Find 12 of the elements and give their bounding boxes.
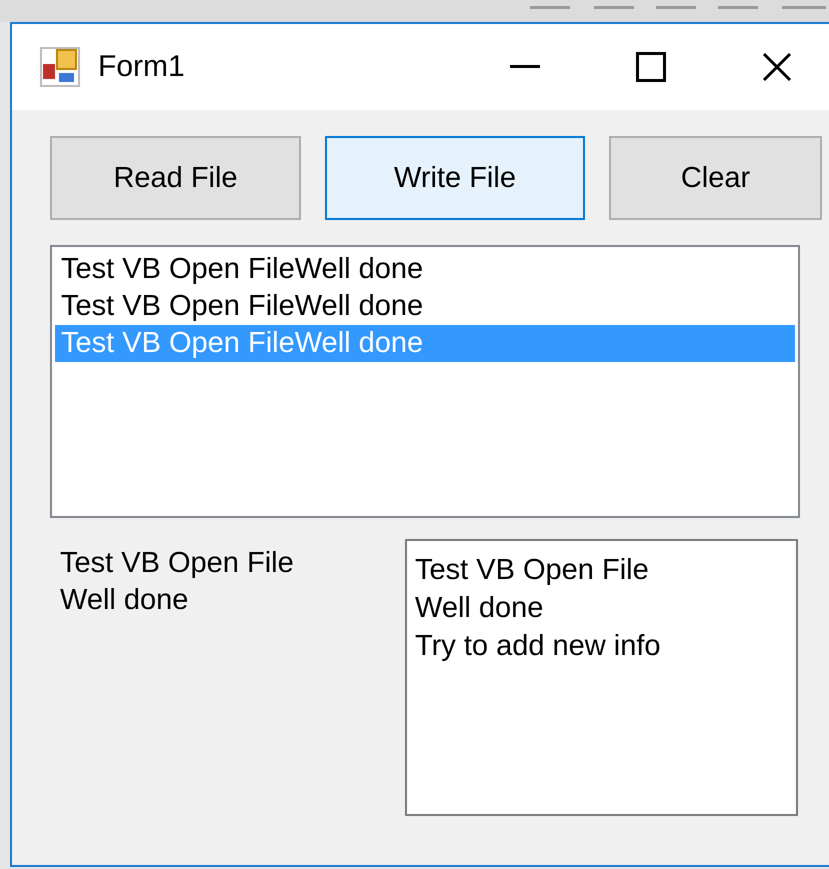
action-button[interactable]: Write File (325, 136, 585, 220)
list-item[interactable]: Test VB Open FileWell done (55, 251, 795, 288)
action-button[interactable]: Read File (50, 136, 301, 220)
maximize-icon (636, 52, 666, 82)
close-icon (762, 52, 792, 82)
form-icon (40, 47, 80, 87)
minimize-icon (510, 65, 540, 69)
window-title: Form1 (98, 50, 186, 84)
output-label: Test VB Open File Well done (59, 546, 295, 618)
text-box[interactable]: Test VB Open File Well done Try to add new info (405, 539, 798, 816)
action-button[interactable]: Clear (609, 136, 822, 220)
list-item[interactable]: Test VB Open FileWell done (55, 288, 795, 325)
